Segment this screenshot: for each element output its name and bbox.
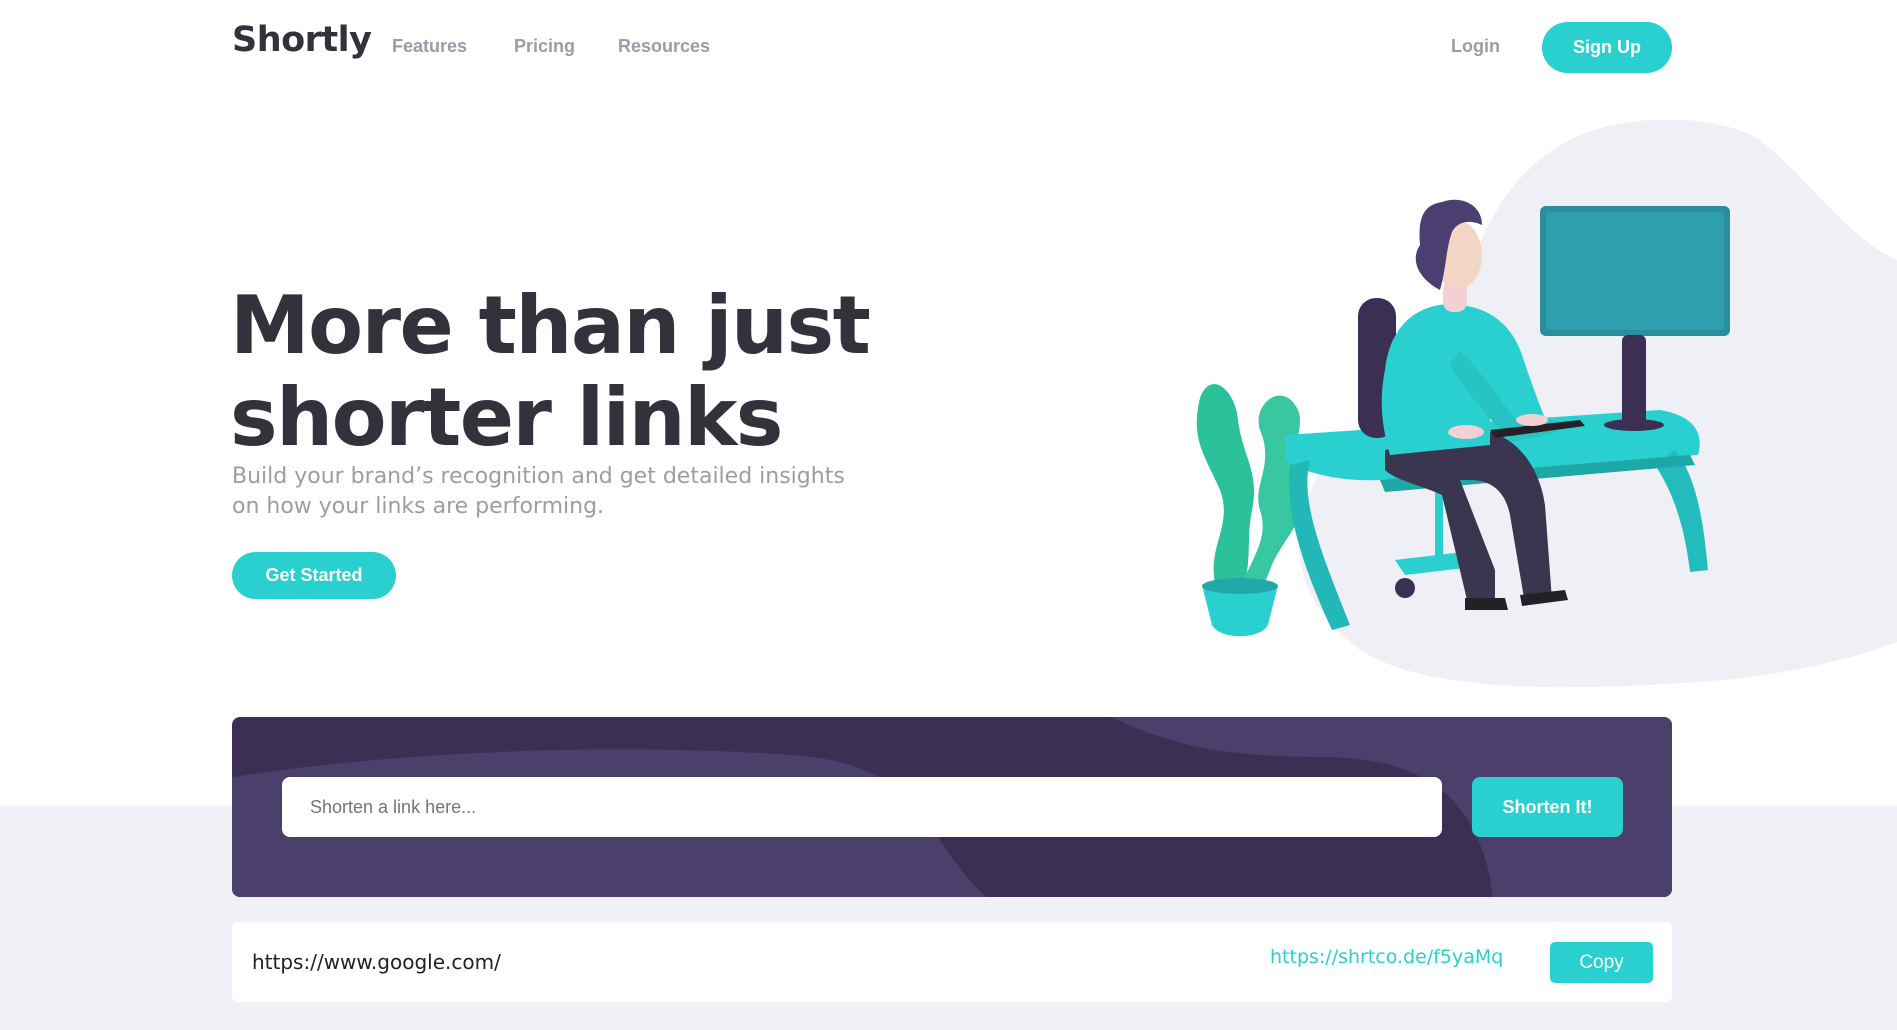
plant-leaf-left [1196, 384, 1255, 600]
nav-resources[interactable]: Resources [618, 36, 710, 57]
hero-subtitle-line-1: Build your brand’s recognition and get d… [232, 464, 845, 489]
logo[interactable]: Shortly [232, 20, 372, 60]
hero-title: More than just shorter links [230, 280, 950, 464]
shorten-button[interactable]: Shorten It! [1472, 777, 1623, 837]
chair-wheel-left [1395, 578, 1415, 598]
person-shoe-left [1465, 598, 1508, 610]
working-person-illustration [1196, 120, 1897, 688]
person-hand-left [1448, 425, 1484, 439]
hero-title-line-2: shorter links [230, 371, 783, 464]
hero-subtitle-line-2: on how your links are performing. [232, 494, 605, 519]
result-row: https://www.google.com/ https://shrtco.d… [232, 922, 1672, 1002]
person-hand-right [1516, 414, 1548, 426]
get-started-button[interactable]: Get Started [232, 552, 396, 599]
short-url-link[interactable]: https://shrtco.de/f5yaMq [1270, 946, 1503, 968]
original-url: https://www.google.com/ [252, 950, 501, 974]
hero-subtitle: Build your brand’s recognition and get d… [232, 462, 872, 522]
signup-button[interactable]: Sign Up [1542, 22, 1672, 73]
nav-pricing[interactable]: Pricing [514, 36, 575, 57]
shorten-box: Shorten It! [232, 717, 1672, 897]
plant-pot-top [1202, 578, 1278, 594]
copy-button[interactable]: Copy [1550, 942, 1653, 983]
hero-title-line-1: More than just [230, 279, 871, 372]
page: Shortly Features Pricing Resources Login… [0, 0, 1897, 1030]
shorten-url-input[interactable] [282, 777, 1442, 837]
monitor-stand [1622, 335, 1646, 425]
login-button[interactable]: Login [1451, 36, 1500, 57]
nav-features[interactable]: Features [392, 36, 467, 57]
